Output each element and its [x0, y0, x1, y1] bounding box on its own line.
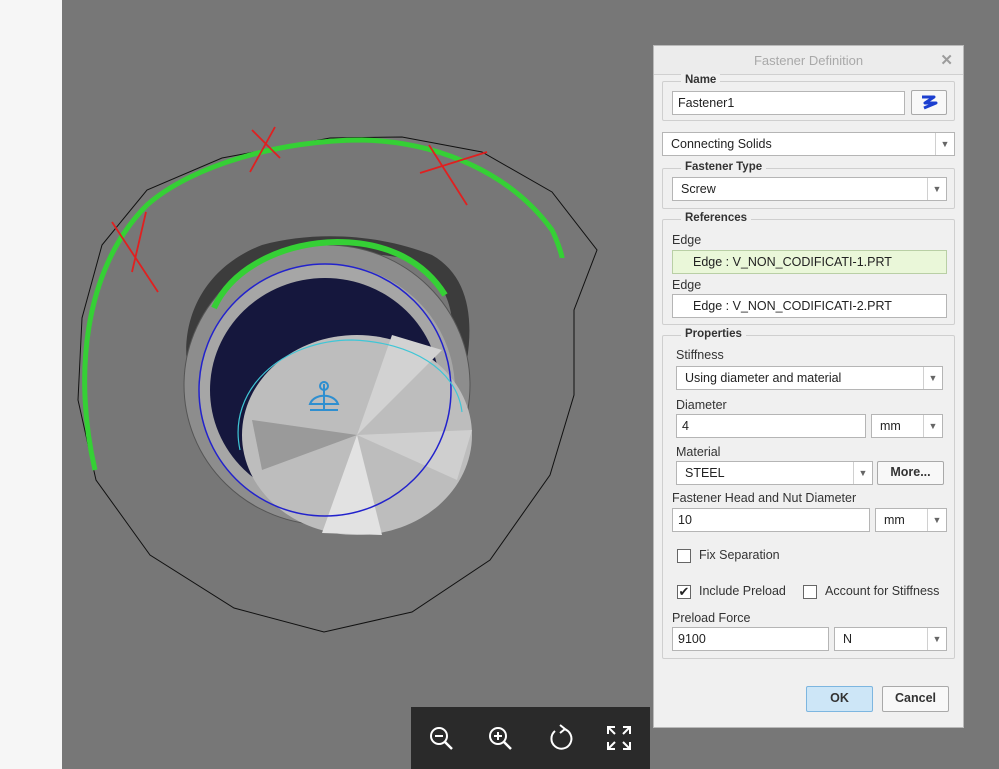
dialog-titlebar[interactable]: Fastener Definition ✕ — [654, 46, 963, 75]
view-toolbar — [411, 707, 650, 769]
connection-type-select[interactable]: Connecting Solids ▼ — [662, 132, 955, 156]
connection-type-value: Connecting Solids — [671, 137, 772, 151]
fit-screen-icon[interactable] — [605, 724, 633, 752]
properties-group: Properties Stiffness Using diameter and … — [662, 328, 955, 659]
rotate-icon[interactable] — [547, 724, 575, 752]
account-stiffness-checkbox[interactable] — [803, 585, 817, 599]
chevron-down-icon: ▼ — [927, 509, 946, 531]
diameter-input[interactable]: 4 — [676, 414, 866, 438]
fastener-type-group: Fastener Type Screw ▼ — [662, 161, 955, 209]
head-nut-unit-value: mm — [884, 513, 905, 527]
zoom-in-icon[interactable] — [486, 724, 514, 752]
account-stiffness-label: Account for Stiffness — [825, 584, 940, 598]
ok-button[interactable]: OK — [806, 686, 873, 712]
head-nut-unit-select[interactable]: mm ▼ — [875, 508, 947, 532]
preload-force-unit-select[interactable]: N ▼ — [834, 627, 947, 651]
checkmark-icon: ✔ — [678, 584, 690, 599]
rename-icon — [922, 95, 938, 110]
edge2-reference-field[interactable]: Edge : V_NON_CODIFICATI-2.PRT — [672, 294, 947, 318]
cancel-button[interactable]: Cancel — [882, 686, 949, 712]
preload-force-input[interactable]: 9100 — [672, 627, 829, 651]
dialog-title: Fastener Definition — [753, 53, 864, 68]
material-select[interactable]: STEEL ▼ — [676, 461, 873, 485]
edge2-label: Edge — [672, 278, 702, 292]
fastener-type-value: Screw — [681, 182, 716, 196]
zoom-out-icon[interactable] — [427, 724, 455, 752]
include-preload-checkbox[interactable]: ✔ — [677, 585, 691, 599]
more-button[interactable]: More... — [877, 461, 944, 485]
fix-separation-checkbox[interactable] — [677, 549, 691, 563]
diameter-unit-value: mm — [880, 419, 901, 433]
diameter-label: Diameter — [676, 398, 727, 412]
references-group: References Edge Edge : V_NON_CODIFICATI-… — [662, 212, 955, 325]
preload-force-label: Preload Force — [672, 611, 751, 625]
fix-separation-label: Fix Separation — [699, 548, 780, 562]
chevron-down-icon: ▼ — [927, 628, 946, 650]
chevron-down-icon: ▼ — [935, 133, 954, 155]
material-value: STEEL — [685, 466, 725, 480]
red-x-mark — [419, 144, 488, 206]
chevron-down-icon: ▼ — [853, 462, 872, 484]
edge1-label: Edge — [672, 233, 702, 247]
stiffness-label: Stiffness — [676, 348, 724, 362]
chevron-down-icon: ▼ — [927, 178, 946, 200]
preload-force-unit-value: N — [843, 632, 853, 646]
properties-legend: Properties — [681, 328, 746, 340]
diameter-unit-select[interactable]: mm ▼ — [871, 414, 943, 438]
name-group: Name Fastener1 — [662, 74, 955, 121]
chevron-down-icon: ▼ — [923, 415, 942, 437]
fastener-type-select[interactable]: Screw ▼ — [672, 177, 947, 201]
references-legend: References — [681, 212, 752, 224]
name-editor-button[interactable] — [911, 90, 947, 115]
stiffness-value: Using diameter and material — [685, 371, 842, 385]
head-nut-diameter-input[interactable]: 10 — [672, 508, 870, 532]
name-input[interactable]: Fastener1 — [672, 91, 905, 115]
head-nut-diameter-label: Fastener Head and Nut Diameter — [672, 491, 857, 505]
close-icon[interactable]: ✕ — [940, 51, 953, 69]
stiffness-select[interactable]: Using diameter and material ▼ — [676, 366, 943, 390]
edge1-reference-field[interactable]: Edge : V_NON_CODIFICATI-1.PRT — [672, 250, 947, 274]
include-preload-label: Include Preload — [699, 584, 786, 598]
name-legend: Name — [681, 74, 721, 86]
chevron-down-icon: ▼ — [923, 367, 942, 389]
fastener-type-legend: Fastener Type — [681, 161, 767, 173]
material-label: Material — [676, 445, 721, 459]
fastener-definition-dialog: Fastener Definition ✕ Name Fastener1 Con… — [653, 45, 964, 728]
